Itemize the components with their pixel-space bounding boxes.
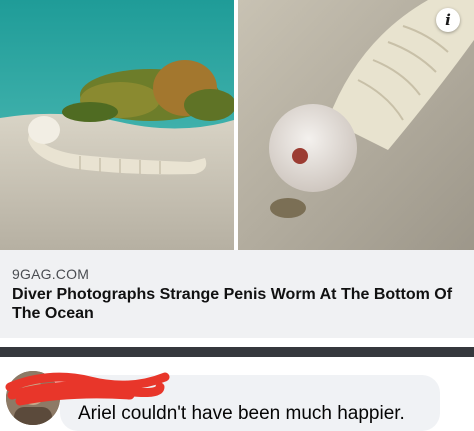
comment: Ariel couldn't have been much happier. — [0, 357, 474, 431]
redaction-scribble — [5, 372, 170, 406]
link-source: 9GAG.COM — [12, 266, 90, 282]
link-preview-card[interactable]: 9GAG.COM Diver Photographs Strange Penis… — [0, 250, 474, 338]
section-divider — [0, 347, 474, 357]
info-icon[interactable]: i — [436, 8, 460, 32]
post-photo-left[interactable] — [0, 0, 234, 250]
post-photo-right[interactable]: i — [238, 0, 474, 250]
link-headline: Diver Photographs Strange Penis Worm At … — [12, 286, 453, 322]
